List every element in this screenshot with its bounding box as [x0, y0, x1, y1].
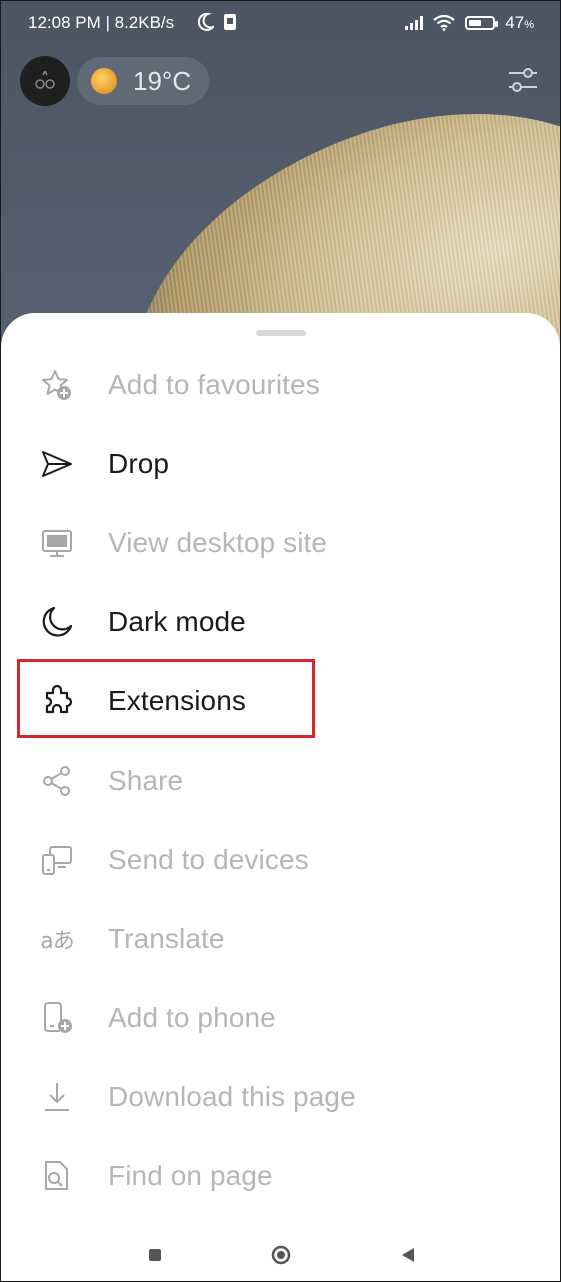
avatar[interactable]: [20, 56, 70, 106]
sun-icon: [91, 68, 117, 94]
menu-item-add-to-favourites[interactable]: Add to favourites: [1, 345, 560, 424]
menu-item-label: View desktop site: [108, 526, 328, 558]
screen: 12:08 PM | 8.2KB/s 47 % 19°C Add to favo…: [0, 0, 561, 1282]
find-on-page-icon: [39, 1158, 75, 1194]
send-icon: [39, 446, 75, 482]
navigation-bar: [1, 1227, 560, 1281]
temperature: 19°C: [133, 65, 192, 96]
menu-item-dark-mode[interactable]: Dark mode: [1, 583, 560, 662]
status-bar: 12:08 PM | 8.2KB/s 47 %: [1, 1, 560, 45]
menu-item-share[interactable]: Share: [1, 741, 560, 820]
menu-item-send-to-devices[interactable]: Send to devices: [1, 820, 560, 899]
menu-item-translate[interactable]: aあ Translate: [1, 899, 560, 978]
status-right: 47 %: [405, 13, 534, 33]
menu-item-label: Send to devices: [108, 843, 309, 875]
phone-add-icon: [39, 1000, 75, 1036]
menu-item-label: Dark mode: [108, 606, 246, 638]
back-button[interactable]: [397, 1244, 419, 1266]
square-icon: [149, 1249, 161, 1261]
menu-item-drop[interactable]: Drop: [1, 424, 560, 503]
bottom-sheet: Add to favourites Drop View desktop site…: [1, 313, 560, 1281]
menu-item-label: Translate: [108, 922, 225, 954]
drag-handle[interactable]: [256, 330, 306, 336]
menu-list: Add to favourites Drop View desktop site…: [1, 345, 560, 1256]
menu-item-view-desktop-site[interactable]: View desktop site: [1, 503, 560, 582]
weather-chip[interactable]: 19°C: [77, 57, 209, 105]
menu-item-label: Add to phone: [108, 1002, 276, 1034]
download-icon: [39, 1079, 75, 1115]
battery-icon: [465, 16, 499, 30]
status-time-speed: 12:08 PM | 8.2KB/s: [28, 13, 175, 32]
devices-icon: [39, 842, 75, 878]
menu-item-label: Drop: [108, 447, 170, 479]
signal-icon: [405, 16, 424, 30]
user-icon: [35, 71, 55, 89]
extensions-highlight-box: [17, 659, 315, 738]
battery-percent: 47: [505, 13, 525, 32]
menu-item-label: Find on page: [108, 1160, 273, 1192]
menu-item-label: Download this page: [108, 1081, 356, 1113]
menu-item-add-to-phone[interactable]: Add to phone: [1, 979, 560, 1058]
filter-settings-icon[interactable]: [506, 63, 540, 97]
menu-item-label: Add to favourites: [108, 368, 320, 400]
translate-icon: aあ: [40, 928, 74, 954]
star-add-icon: [39, 367, 75, 403]
back-triangle-icon: [402, 1248, 414, 1262]
percent-sign: %: [524, 19, 534, 31]
moon-icon: [39, 604, 75, 640]
home-button[interactable]: [270, 1244, 292, 1266]
share-icon: [39, 763, 75, 799]
circle-icon: [271, 1245, 291, 1265]
sim-status-icon: [224, 14, 236, 30]
monitor-icon: [39, 525, 75, 561]
moon-status-icon: [198, 13, 214, 31]
menu-item-download-this-page[interactable]: Download this page: [1, 1058, 560, 1137]
recents-button[interactable]: [144, 1244, 166, 1266]
menu-item-find-on-page[interactable]: Find on page: [1, 1137, 560, 1216]
menu-item-label: Share: [108, 764, 184, 796]
wifi-icon: [433, 15, 455, 31]
